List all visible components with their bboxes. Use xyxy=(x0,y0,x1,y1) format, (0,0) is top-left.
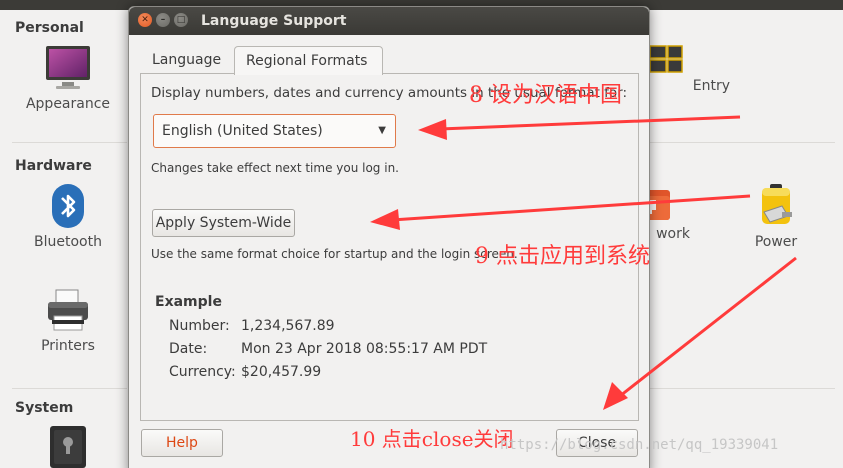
example-currency-label: Currency: xyxy=(169,364,236,380)
format-select-value: English (United States) xyxy=(162,123,323,139)
help-button[interactable]: Help xyxy=(141,429,223,457)
dialog-titlebar[interactable]: ✕ – □ Language Support xyxy=(129,7,649,35)
printers-label: Printers xyxy=(41,338,95,354)
system-item[interactable] xyxy=(13,424,123,468)
change-note: Changes take effect next time you log in… xyxy=(151,161,399,175)
section-title-personal: Personal xyxy=(15,20,84,36)
bluetooth-icon xyxy=(52,184,84,228)
battery-icon xyxy=(762,184,792,224)
bluetooth-label: Bluetooth xyxy=(34,234,102,250)
example-date-value: Mon 23 Apr 2018 08:55:17 AM PDT xyxy=(241,341,488,357)
power-label: Power xyxy=(754,234,798,250)
format-select[interactable]: English (United States) ▼ xyxy=(153,114,396,148)
keyboard-icon xyxy=(650,45,683,73)
appearance-label: Appearance xyxy=(25,96,111,112)
bluetooth-item[interactable]: Bluetooth xyxy=(13,182,123,250)
network-label: work xyxy=(656,226,690,242)
example-title: Example xyxy=(155,294,222,310)
chevron-down-icon: ▼ xyxy=(378,125,386,136)
safe-icon xyxy=(50,426,86,468)
watermark-text: https://blog.csdn.net/qq_19339041 xyxy=(500,437,779,453)
language-support-dialog: ✕ – □ Language Support Language Regional… xyxy=(128,6,650,468)
printers-item[interactable]: Printers xyxy=(13,286,123,354)
text-entry-label: Entry xyxy=(692,78,730,94)
annotation-step-9: 9 点击应用到系统 xyxy=(475,244,650,269)
tab-language[interactable]: Language xyxy=(141,46,234,74)
annotation-step-10: 10 点击close关闭 xyxy=(350,427,514,451)
section-divider xyxy=(650,142,835,143)
maximize-window-icon[interactable]: □ xyxy=(174,13,188,27)
annotation-step-8: 8 设为汉语中国 xyxy=(469,83,622,108)
close-window-icon[interactable]: ✕ xyxy=(138,13,152,27)
printer-icon xyxy=(48,289,88,331)
appearance-icon xyxy=(46,46,90,89)
minimize-window-icon[interactable]: – xyxy=(156,13,170,27)
dialog-title: Language Support xyxy=(201,13,347,29)
appearance-item[interactable]: Appearance xyxy=(13,44,123,112)
example-number-value: 1,234,567.89 xyxy=(241,318,335,334)
section-divider xyxy=(650,388,835,389)
example-currency-value: $20,457.99 xyxy=(241,364,322,380)
example-number-label: Number: xyxy=(169,318,230,334)
section-divider xyxy=(12,388,127,389)
section-title-hardware: Hardware xyxy=(15,158,92,174)
section-title-system: System xyxy=(15,400,74,416)
tab-regional-formats[interactable]: Regional Formats xyxy=(234,46,383,75)
apply-system-wide-button[interactable]: Apply System-Wide xyxy=(152,209,295,237)
power-item[interactable]: Power xyxy=(721,182,831,250)
apply-note: Use the same format choice for startup a… xyxy=(151,247,518,261)
example-date-label: Date: xyxy=(169,341,208,357)
section-divider xyxy=(12,142,127,143)
